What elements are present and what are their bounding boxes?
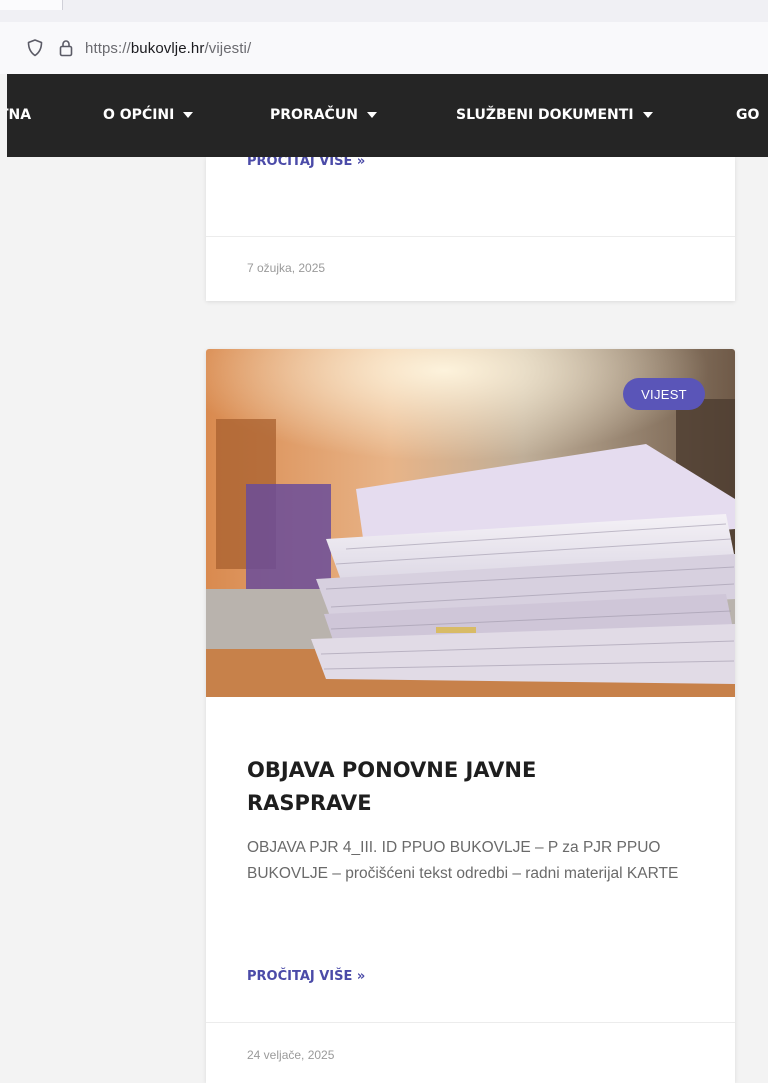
nav-item-o-opcini[interactable]: O OPĆINI <box>103 107 194 123</box>
nav-item-label: O OPĆINI <box>103 107 175 123</box>
shield-icon[interactable] <box>27 39 43 57</box>
browser-tab-strip <box>0 0 768 23</box>
main-navigation: TNA O OPĆINI PRORAČUN SLUŽBENI DOKUMENTI… <box>7 74 768 157</box>
nav-item-home[interactable]: TNA <box>7 107 31 123</box>
category-badge[interactable]: VIJEST <box>623 378 705 410</box>
nav-item-label: GO <box>736 107 760 123</box>
nav-item-label: SLUŽBENI DOKUMENTI <box>456 107 634 123</box>
nav-item-label: PRORAČUN <box>270 107 358 123</box>
caret-down-icon <box>642 112 653 118</box>
card-divider <box>206 236 735 237</box>
post-title[interactable]: OBJAVA PONOVNE JAVNE RASPRAVE <box>247 754 667 820</box>
post-date: 7 ožujka, 2025 <box>247 261 326 275</box>
post-excerpt: OBJAVA PJR 4_III. ID PPUO BUKOVLJE – P z… <box>247 839 679 882</box>
nav-item-sluzbeni-dokumenti[interactable]: SLUŽBENI DOKUMENTI <box>456 107 653 123</box>
caret-down-icon <box>183 112 194 118</box>
read-more-link[interactable]: PROČITAJ VIŠE » <box>247 157 365 169</box>
nav-item-proracun[interactable]: PRORAČUN <box>270 107 377 123</box>
post-card: VIJEST OBJAVA PONOVNE JAVNE RASPRAVE OBJ… <box>206 349 735 1083</box>
read-more-link[interactable]: PROČITAJ VIŠE » <box>247 969 365 984</box>
post-date: 24 veljače, 2025 <box>247 1048 335 1062</box>
nav-item-truncated[interactable]: GO <box>736 107 759 123</box>
url-text[interactable]: https://bukovlje.hr/vijesti/ <box>85 40 251 57</box>
read-more-clip: PROČITAJ VIŠE » <box>247 157 365 173</box>
address-bar[interactable]: https://bukovlje.hr/vijesti/ <box>0 22 768 74</box>
lock-icon[interactable] <box>59 39 73 57</box>
url-host: bukovlje.hr <box>130 39 205 57</box>
nav-item-label: TNA <box>7 107 32 123</box>
read-more: PROČITAJ VIŠE » <box>247 967 365 985</box>
card-divider <box>206 1022 735 1023</box>
url-scheme: https:// <box>85 39 131 57</box>
browser-tab[interactable] <box>0 0 63 10</box>
caret-down-icon <box>366 112 377 118</box>
post-card: PROČITAJ VIŠE » 7 ožujka, 2025 <box>206 157 735 301</box>
url-path: /vijesti/ <box>204 39 252 57</box>
